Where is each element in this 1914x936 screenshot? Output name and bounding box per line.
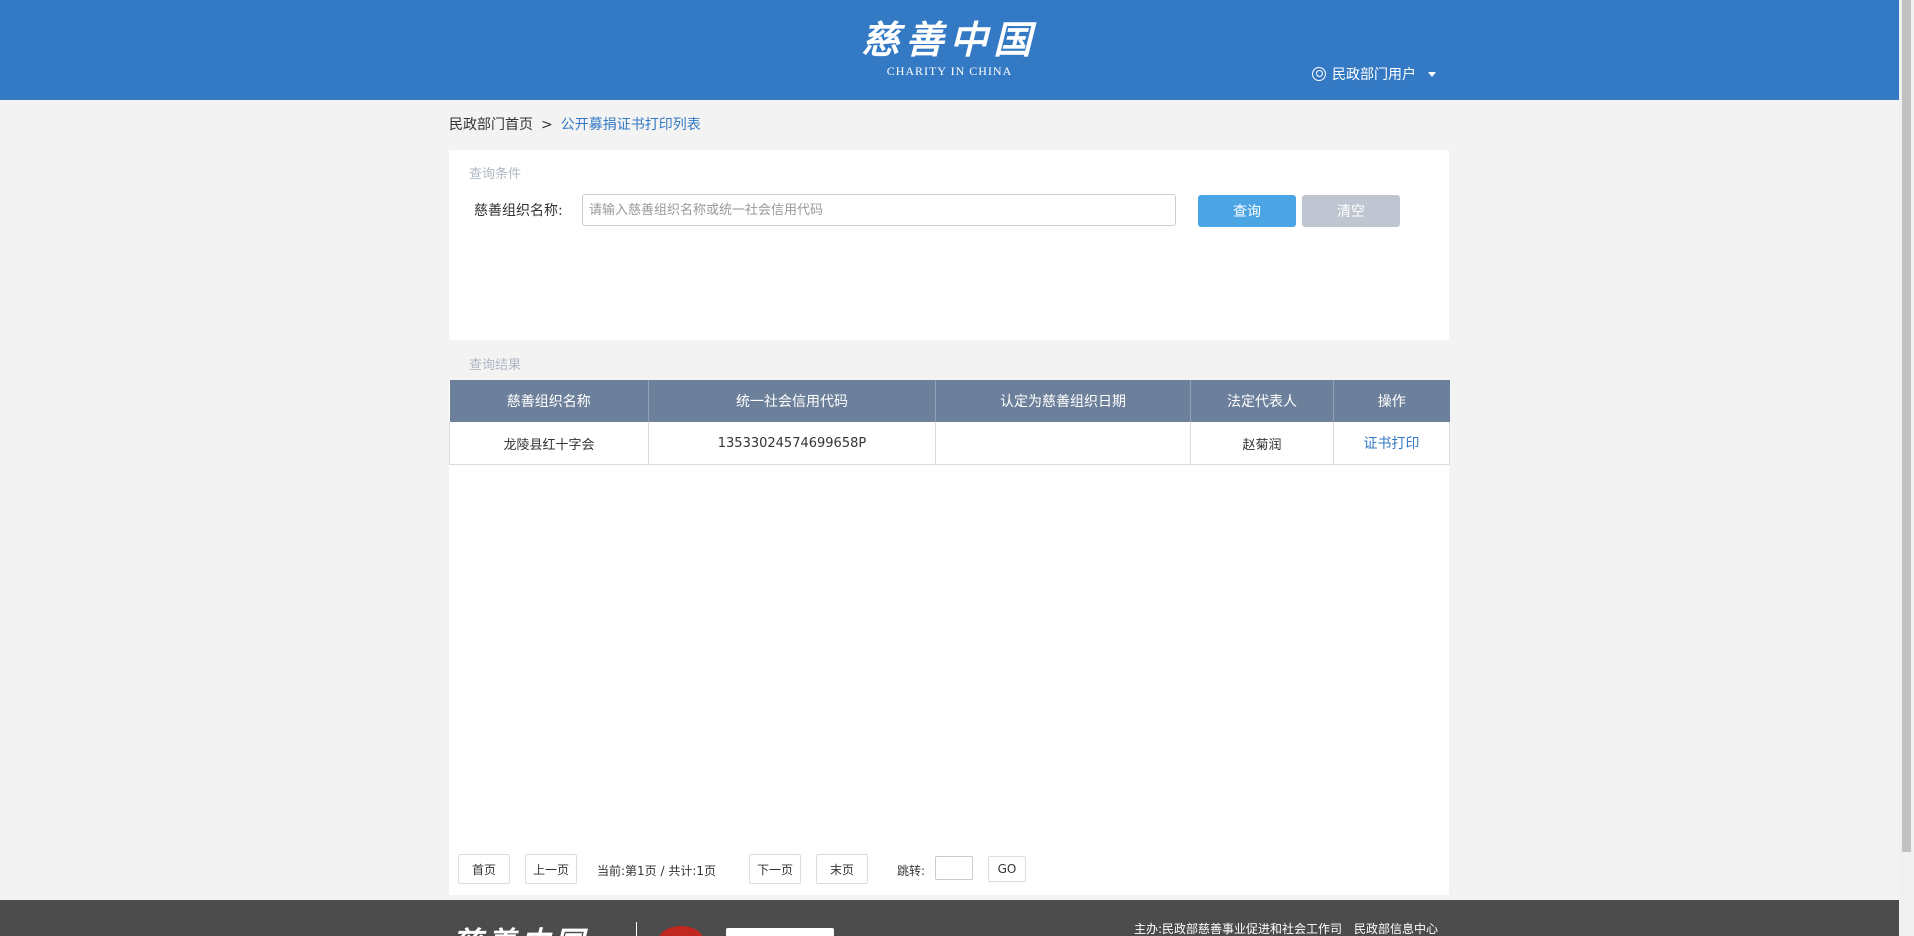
national-emblem-icon xyxy=(658,926,704,936)
footer-logo: 慈善中国 xyxy=(452,918,588,936)
search-button[interactable]: 查询 xyxy=(1198,195,1296,227)
site-footer: 慈善中国 主办:民政部慈善事业促进和社会工作司民政部信息中心 xyxy=(0,900,1899,936)
first-page-button[interactable]: 首页 xyxy=(458,854,510,884)
query-title: 查询条件 xyxy=(469,167,522,182)
cell-legal-rep: 赵菊润 xyxy=(1190,422,1334,465)
column-header-legal-rep: 法定代表人 xyxy=(1190,380,1334,422)
cell-org-name: 龙陵县红十字会 xyxy=(449,422,649,465)
print-certificate-link[interactable]: 证书打印 xyxy=(1364,436,1420,452)
go-button[interactable]: GO xyxy=(988,856,1026,882)
footer-sponsor: 主办:民政部慈善事业促进和社会工作司 民政部信息中心 xyxy=(1134,920,1450,936)
column-header-credit-code: 统一社会信用代码 xyxy=(648,380,936,422)
site-header: 慈善中国 CHARITY IN CHINA 民政部门用户 xyxy=(0,0,1899,100)
pagination: 首页 上一页 当前:第1页 / 共计:1页 下一页 末页 跳转: GO xyxy=(449,854,1449,886)
results-table: 慈善组织名称 统一社会信用代码 认定为慈善组织日期 法定代表人 操作 龙陵县红十… xyxy=(449,380,1450,465)
breadcrumb-home[interactable]: 民政部门首页 xyxy=(449,117,533,133)
page-scrollbar[interactable] xyxy=(1899,0,1914,936)
breadcrumb-separator: > xyxy=(541,117,553,133)
jump-page-input[interactable] xyxy=(935,856,973,880)
results-panel: 慈善组织名称 统一社会信用代码 认定为慈善组织日期 法定代表人 操作 龙陵县红十… xyxy=(449,380,1450,895)
site-logo[interactable]: 慈善中国 CHARITY IN CHINA xyxy=(0,14,1899,78)
column-header-date: 认定为慈善组织日期 xyxy=(935,380,1191,422)
results-title: 查询结果 xyxy=(469,358,522,373)
prev-page-button[interactable]: 上一页 xyxy=(525,854,577,884)
table-header-row: 慈善组织名称 统一社会信用代码 认定为慈善组织日期 法定代表人 操作 xyxy=(449,380,1450,422)
org-search-input[interactable] xyxy=(582,194,1176,226)
gov-badge-icon[interactable] xyxy=(726,928,834,936)
query-panel: 查询条件 慈善组织名称: 查询 清空 xyxy=(449,150,1449,340)
user-label: 民政部门用户 xyxy=(1332,67,1416,83)
sponsor-2: 民政部信息中心 xyxy=(1354,922,1439,936)
breadcrumb-current: 公开募捐证书打印列表 xyxy=(560,117,701,133)
table-row: 龙陵县红十字会 13533024574699658P 赵菊润 证书打印 xyxy=(449,422,1450,465)
org-name-label: 慈善组织名称: xyxy=(474,203,563,219)
logo-english: CHARITY IN CHINA xyxy=(886,64,1013,78)
breadcrumb: 民政部门首页 > 公开募捐证书打印列表 xyxy=(449,116,701,134)
clear-button[interactable]: 清空 xyxy=(1302,195,1400,227)
sponsor-1: 主办:民政部慈善事业促进和社会工作司 xyxy=(1134,922,1343,936)
footer-divider xyxy=(636,922,637,936)
scrollbar-thumb[interactable] xyxy=(1902,0,1911,852)
next-page-button[interactable]: 下一页 xyxy=(749,854,801,884)
caret-down-icon xyxy=(1428,71,1436,77)
logo-chinese: 慈善中国 xyxy=(861,17,1038,62)
column-header-org-name: 慈善组织名称 xyxy=(449,380,649,422)
jump-label: 跳转: xyxy=(897,864,926,878)
user-icon xyxy=(1312,67,1326,81)
cell-credit-code: 13533024574699658P xyxy=(648,422,936,465)
cell-date xyxy=(935,422,1191,465)
column-header-action: 操作 xyxy=(1333,380,1450,422)
user-menu[interactable]: 民政部门用户 xyxy=(1312,64,1436,84)
last-page-button[interactable]: 末页 xyxy=(816,854,868,884)
cell-action: 证书打印 xyxy=(1333,422,1450,465)
page-info: 当前:第1页 / 共计:1页 xyxy=(597,864,717,878)
